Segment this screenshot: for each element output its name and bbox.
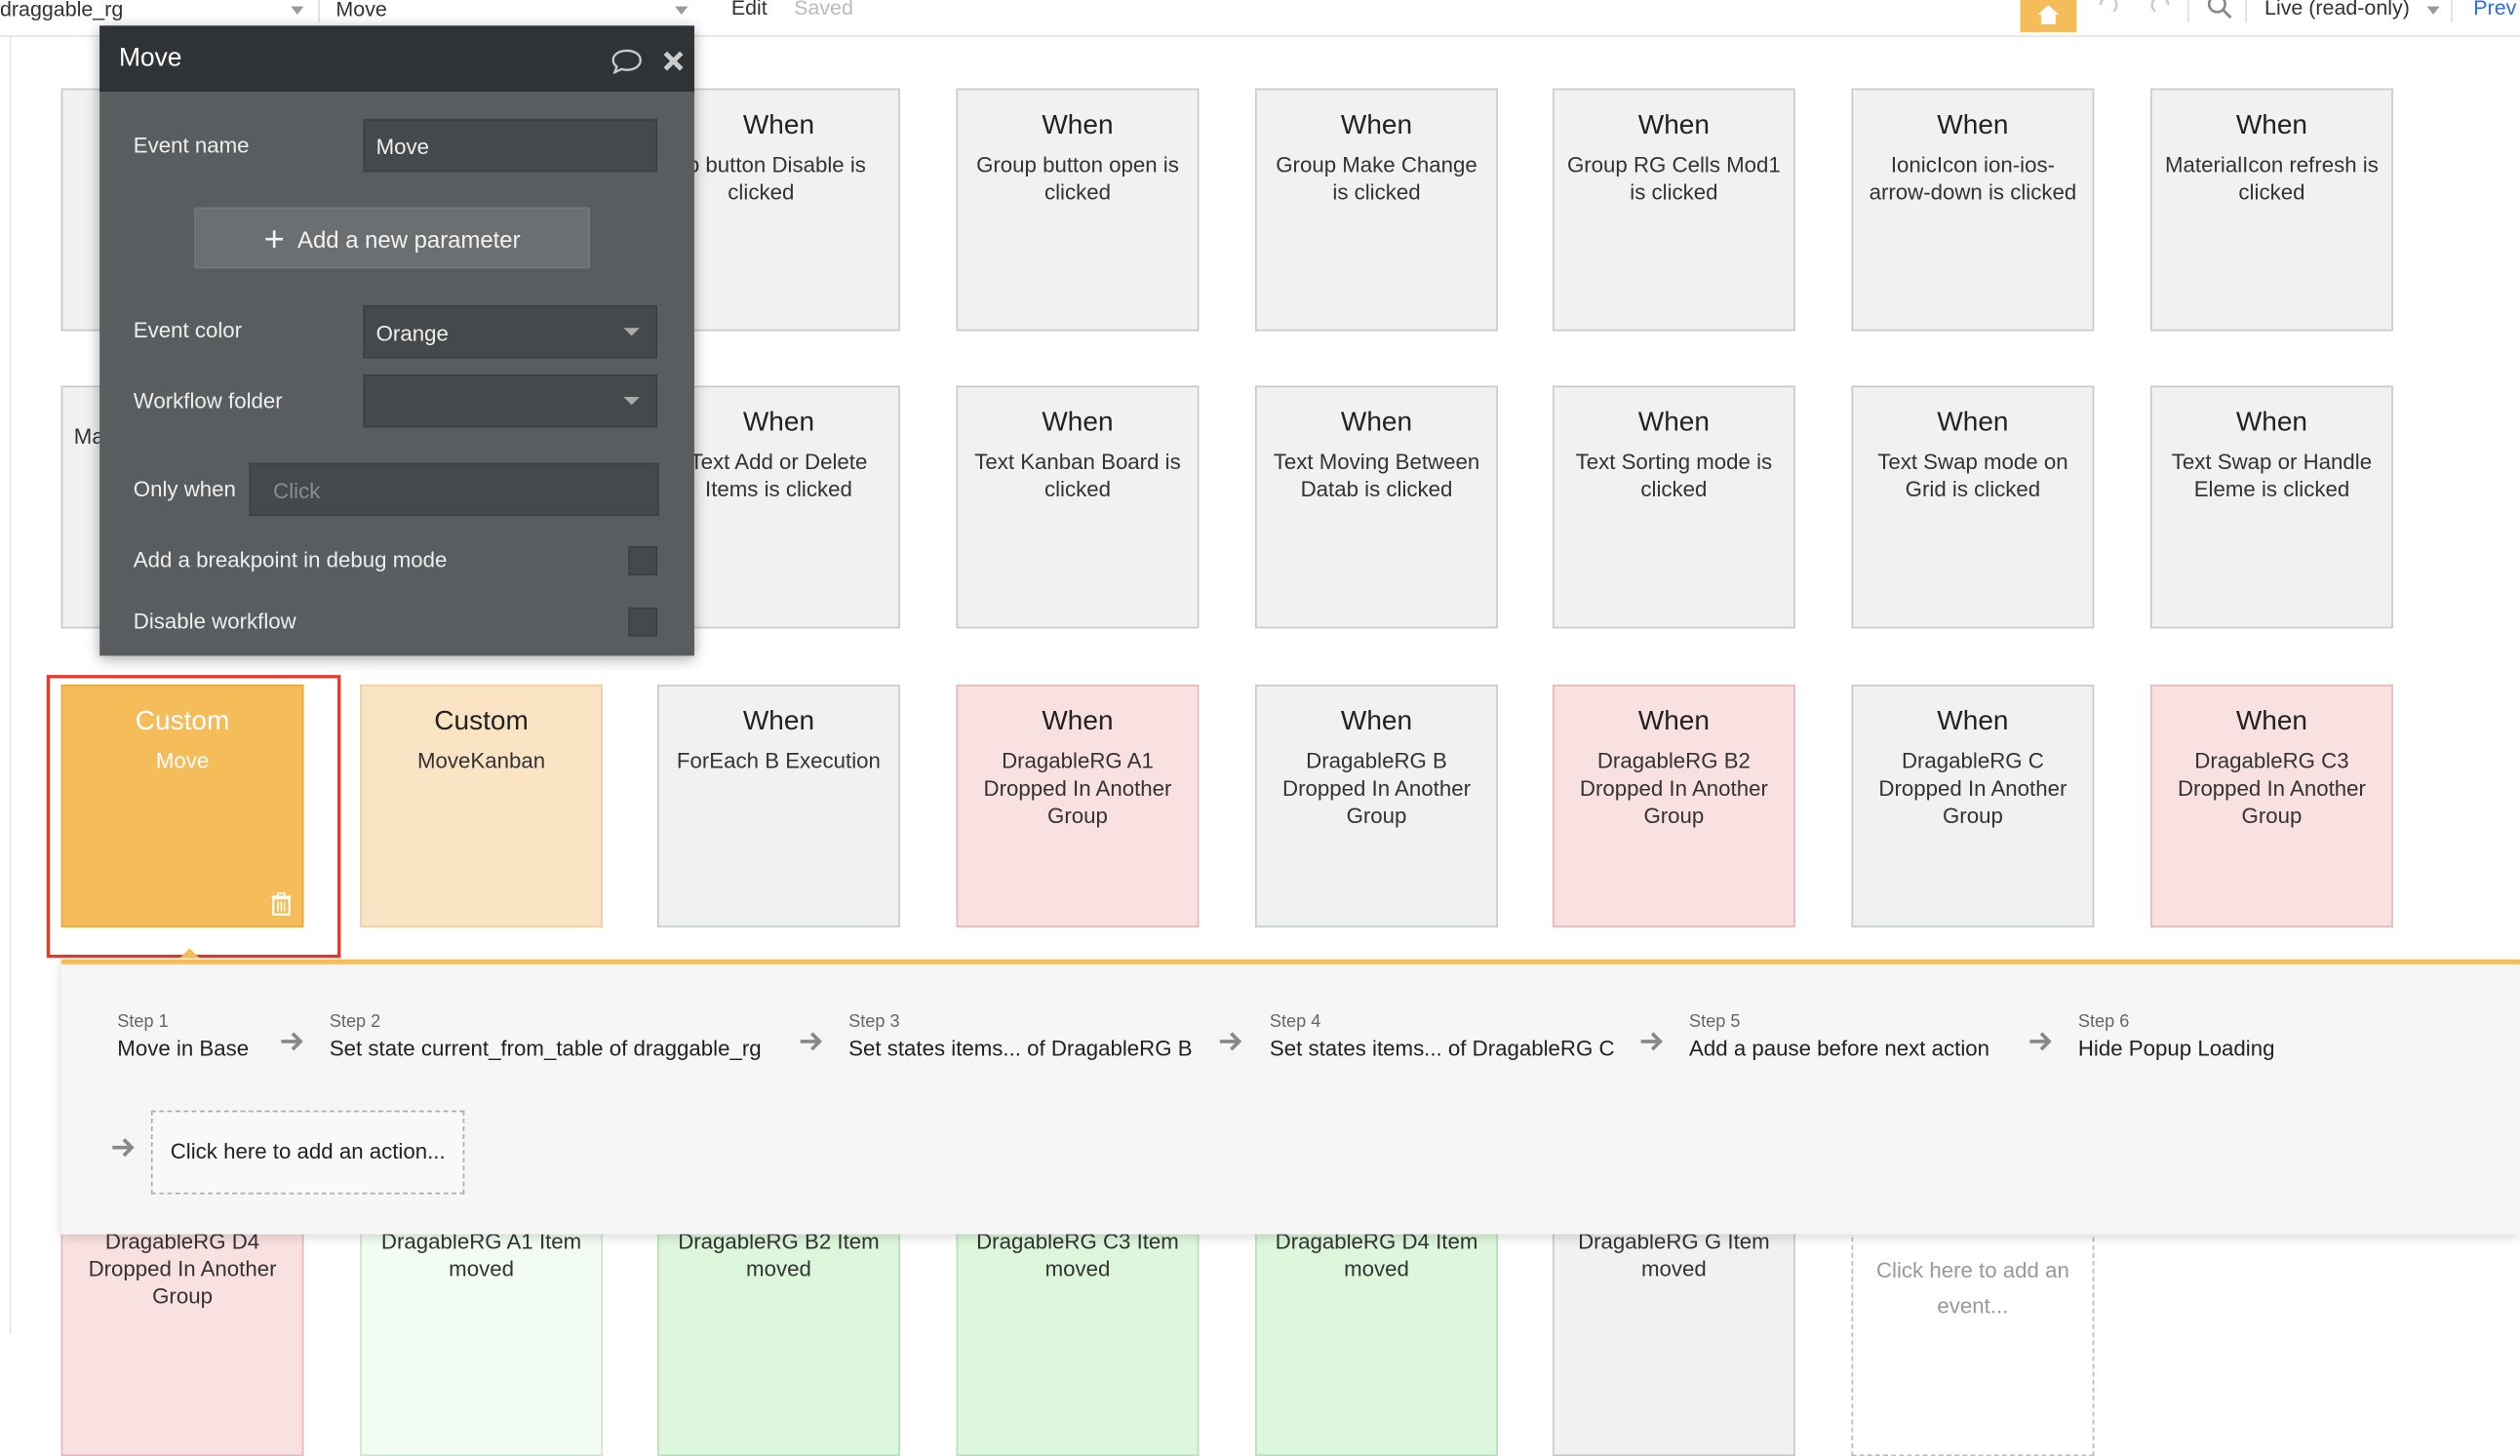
undo-icon[interactable] — [2093, 0, 2122, 18]
disable-workflow-label: Disable workflow — [133, 609, 296, 634]
arrow-right-icon — [1640, 1032, 1663, 1051]
home-button[interactable] — [2020, 0, 2077, 32]
divider — [2245, 0, 2247, 23]
page-select[interactable]: draggable_rg — [0, 0, 123, 20]
event-editor-dialog: Move Event name Move + Add a new paramete… — [99, 25, 694, 656]
chevron-down-icon[interactable] — [2426, 6, 2440, 15]
workflow-folder-label: Workflow folder — [133, 388, 283, 413]
event-color-label: Event color — [133, 318, 243, 343]
workflow-step[interactable]: Step 3 Set states items... of DragableRG … — [848, 1012, 1192, 1060]
event-card[interactable]: When Group RG Cells Mod1 is clicked — [1552, 88, 1795, 332]
event-name-field[interactable]: Move — [363, 118, 658, 173]
event-card[interactable]: When ForEach B Execution — [657, 685, 900, 927]
event-card[interactable]: When Text Kanban Board is clicked — [956, 385, 1200, 629]
add-action-button[interactable]: Click here to add an action... — [150, 1110, 465, 1195]
event-card[interactable]: When Text Sorting mode is clicked — [1552, 385, 1795, 629]
only-when-field[interactable]: Click — [249, 462, 659, 517]
event-card[interactable]: When DragableRG B2 Dropped In Another Gro… — [1552, 685, 1795, 927]
canvas-left-border — [9, 35, 12, 1334]
saved-status: Saved — [794, 0, 853, 20]
event-card[interactable]: DragableRG C3 Item moved — [956, 1213, 1200, 1456]
editor-stage: draggable_rg Move Edit Saved Live (read-… — [0, 0, 2520, 1456]
event-card[interactable]: DragableRG D4 Item moved — [1255, 1213, 1498, 1456]
event-card[interactable]: When DragableRG C3 Dropped In Another Gro… — [2150, 685, 2393, 927]
event-card[interactable]: DragableRG A1 Item moved — [360, 1213, 603, 1456]
mode-select[interactable]: Live (read-only) — [2264, 0, 2410, 20]
add-parameter-button[interactable]: + Add a new parameter — [194, 207, 590, 269]
breakpoint-checkbox[interactable] — [628, 546, 658, 575]
chevron-down-icon[interactable] — [675, 6, 689, 15]
preview-link[interactable]: Prev — [2473, 0, 2516, 20]
event-card[interactable]: When DragableRG A1 Dropped In Another Gro… — [956, 685, 1200, 927]
event-card[interactable]: When DragableRG C Dropped In Another Grou… — [1851, 685, 2095, 927]
chevron-down-icon[interactable] — [291, 6, 304, 15]
breakpoint-label: Add a breakpoint in debug mode — [133, 547, 448, 572]
panel-pointer — [179, 948, 200, 959]
event-select[interactable]: Move — [335, 0, 386, 20]
workflow-step[interactable]: Step 2 Set state current_from_table of dr… — [330, 1012, 762, 1060]
event-card[interactable]: When DragableRG B Dropped In Another Grou… — [1255, 685, 1498, 927]
event-card[interactable]: When Text Swap mode on Grid is clicked — [1851, 385, 2095, 629]
selection-highlight — [46, 675, 341, 959]
workflow-folder-select[interactable] — [363, 374, 658, 428]
event-card[interactable]: DragableRG B2 Item moved — [657, 1213, 900, 1456]
arrow-right-icon — [1219, 1032, 1242, 1051]
workflow-step[interactable]: Step 5 Add a pause before next action — [1689, 1012, 1989, 1060]
event-card[interactable]: When Text Moving Between Datab is clicked — [1255, 385, 1498, 629]
event-card[interactable]: When Text Swap or Handle Eleme is clicked — [2150, 385, 2393, 629]
workflow-step[interactable]: Step 1 Move in Base — [117, 1012, 249, 1060]
divider — [2186, 0, 2189, 23]
search-icon[interactable] — [2207, 0, 2232, 20]
event-color-select[interactable]: Orange — [363, 305, 658, 359]
redo-icon[interactable] — [2147, 0, 2177, 18]
event-card[interactable]: DragableRG D4 Dropped In Another Group — [60, 1213, 304, 1456]
only-when-label: Only when — [133, 477, 236, 502]
event-card[interactable]: When Group button open is clicked — [956, 88, 1200, 332]
dialog-header: Move — [99, 25, 694, 92]
divider — [318, 0, 320, 23]
event-card[interactable]: When IonicIcon ion-ios-arrow-down is clic… — [1851, 88, 2095, 332]
home-icon — [2037, 4, 2060, 24]
edit-menu[interactable]: Edit — [731, 0, 768, 20]
dialog-title: Move — [118, 45, 182, 73]
arrow-right-icon — [112, 1138, 135, 1158]
add-event-card[interactable]: Click here to add an event... — [1851, 1213, 2095, 1456]
disable-workflow-checkbox[interactable] — [628, 607, 658, 637]
arrow-right-icon — [281, 1032, 303, 1051]
close-icon[interactable] — [662, 50, 685, 72]
event-card[interactable]: DragableRG G Item moved — [1552, 1213, 1795, 1456]
event-card[interactable]: Custom MoveKanban — [360, 685, 603, 927]
event-card[interactable]: When Group Make Change is clicked — [1255, 88, 1498, 332]
plus-icon: + — [263, 218, 285, 259]
event-name-label: Event name — [133, 133, 250, 158]
chevron-down-icon — [623, 328, 640, 336]
workflow-actions-panel: Step 1 Move in Base Step 2 Set state curre… — [60, 959, 2520, 1235]
workflow-step[interactable]: Step 4 Set states items... of DragableRG … — [1270, 1012, 1615, 1060]
comment-icon[interactable] — [610, 48, 643, 74]
arrow-right-icon — [800, 1032, 823, 1051]
workflow-step[interactable]: Step 6 Hide Popup Loading — [2078, 1012, 2275, 1060]
arrow-right-icon — [2029, 1032, 2052, 1051]
divider — [2451, 0, 2453, 23]
event-card[interactable]: When MaterialIcon refresh is clicked — [2150, 88, 2393, 332]
chevron-down-icon — [623, 397, 640, 406]
